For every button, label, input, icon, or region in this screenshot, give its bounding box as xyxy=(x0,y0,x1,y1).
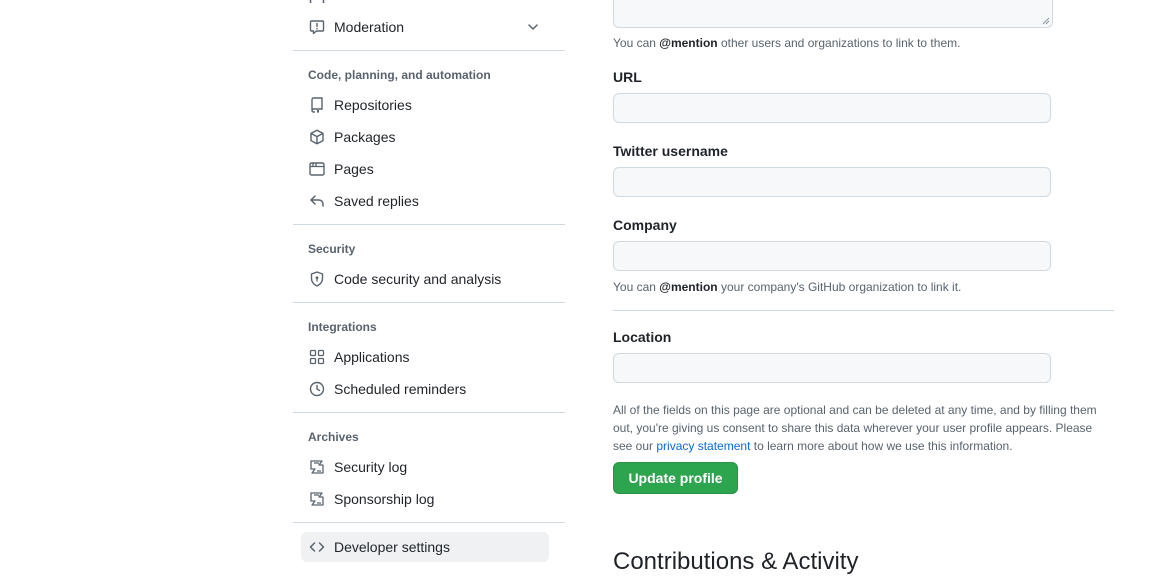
browser-icon xyxy=(309,161,325,177)
chevron-down-icon[interactable] xyxy=(525,19,541,35)
apps-icon xyxy=(309,349,325,365)
company-mention-note: You can @mention your company's GitHub o… xyxy=(613,280,961,294)
shield-lock-icon xyxy=(309,271,325,287)
sidebar-item-label: Packages xyxy=(334,129,396,145)
sidebar-item-scheduled-reminders[interactable]: Scheduled reminders xyxy=(301,374,549,404)
sidebar-item-security-log[interactable]: Security log xyxy=(301,452,549,482)
sidebar-item-pages[interactable]: Pages xyxy=(301,154,549,184)
sidebar-divider xyxy=(293,224,565,225)
settings-sidebar: Moderation Code, planning, and automatio… xyxy=(293,0,565,585)
mention-text: @mention xyxy=(659,36,718,50)
bio-textarea[interactable] xyxy=(613,0,1053,28)
sidebar-item-label: Pages xyxy=(334,161,374,177)
package-icon xyxy=(309,129,325,145)
sidebar-item-label: Repositories xyxy=(334,97,412,113)
sidebar-item-label: Saved replies xyxy=(334,193,419,209)
location-label: Location xyxy=(613,329,672,345)
sidebar-item-saved-replies[interactable]: Saved replies xyxy=(301,186,549,216)
sidebar-divider xyxy=(293,50,565,51)
twitter-username-label: Twitter username xyxy=(613,143,728,159)
resize-handle-icon[interactable] xyxy=(1042,17,1050,25)
sidebar-item-applications[interactable]: Applications xyxy=(301,342,549,372)
note-text: You can xyxy=(613,280,660,294)
contributions-activity-heading: Contributions & Activity xyxy=(613,548,859,575)
bio-mention-note: You can @mention other users and organiz… xyxy=(613,36,960,50)
sidebar-item-label: Code security and analysis xyxy=(334,271,502,287)
privacy-statement-link[interactable]: privacy statement xyxy=(656,439,750,453)
sidebar-item-repositories[interactable]: Repositories xyxy=(301,90,549,120)
sidebar-item-label: Developer settings xyxy=(334,539,450,555)
sidebar-item-sponsorship-log[interactable]: Sponsorship log xyxy=(301,484,549,514)
group-title-integrations: Integrations xyxy=(308,320,377,334)
log-icon xyxy=(309,491,325,507)
company-label: Company xyxy=(613,217,677,233)
form-divider xyxy=(613,310,1114,311)
group-title-security: Security xyxy=(308,242,356,256)
note-text: your company's GitHub organization to li… xyxy=(717,280,962,294)
sidebar-divider xyxy=(293,412,565,413)
twitter-username-input[interactable] xyxy=(613,167,1051,197)
note-text: other users and organizations to link to… xyxy=(717,36,961,50)
code-icon xyxy=(309,539,325,555)
note-text: You can xyxy=(613,36,660,50)
sidebar-item-packages[interactable]: Packages xyxy=(301,122,549,152)
sidebar-divider xyxy=(293,302,565,303)
sidebar-item-label: Moderation xyxy=(334,19,405,35)
disclaimer-text: to learn more about how we use this info… xyxy=(750,439,1013,453)
sidebar-item-code-security[interactable]: Code security and analysis xyxy=(301,264,549,294)
url-label: URL xyxy=(613,69,642,85)
group-title-code-planning: Code, planning, and automation xyxy=(308,68,491,82)
privacy-disclaimer: All of the fields on this page are optio… xyxy=(613,401,1113,455)
url-input[interactable] xyxy=(613,93,1051,123)
repo-icon xyxy=(309,97,325,113)
profile-form: You can @mention other users and organiz… xyxy=(613,0,1123,585)
sidebar-item-developer-settings[interactable]: Developer settings xyxy=(301,532,549,562)
group-title-archives: Archives xyxy=(308,430,359,444)
reply-icon xyxy=(309,193,325,209)
sidebar-item-label: Security log xyxy=(334,459,408,475)
location-input[interactable] xyxy=(613,353,1051,383)
sidebar-item-moderation[interactable]: Moderation xyxy=(301,12,549,42)
mention-text: @mention xyxy=(659,280,718,294)
cutoff-icon xyxy=(309,0,325,3)
sidebar-item-label: Scheduled reminders xyxy=(334,381,467,397)
sidebar-divider xyxy=(293,522,565,523)
sidebar-item-label: Applications xyxy=(334,349,410,365)
report-icon xyxy=(309,19,325,35)
company-input[interactable] xyxy=(613,241,1051,271)
sidebar-item-cutoff xyxy=(309,0,325,3)
log-icon xyxy=(309,459,325,475)
sidebar-item-label: Sponsorship log xyxy=(334,491,435,507)
update-profile-button[interactable]: Update profile xyxy=(613,462,738,494)
clock-icon xyxy=(309,381,325,397)
